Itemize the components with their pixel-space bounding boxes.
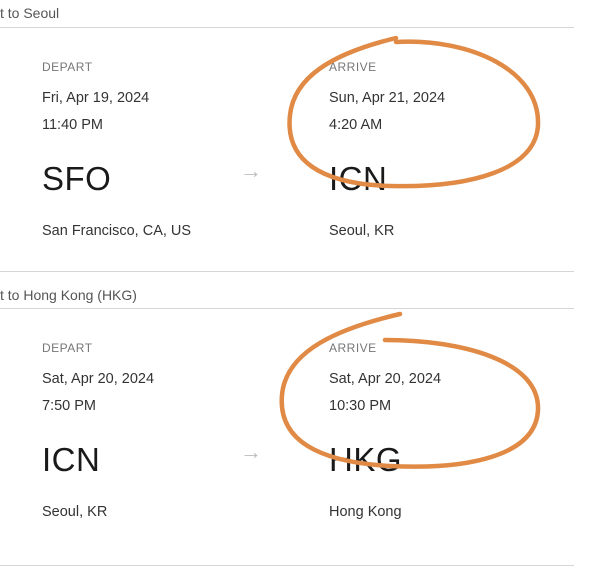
depart-city: Seoul, KR [42,504,108,520]
arrive-label: ARRIVE [329,341,377,355]
depart-label: DEPART [42,60,93,74]
annotation-circle-arrive-hkg [279,311,541,469]
depart-time: 11:40 PM [42,117,103,133]
divider [0,271,574,272]
arrow-right-icon: → [240,439,262,464]
depart-label: DEPART [42,341,93,355]
divider [0,27,574,28]
arrive-date: Sat, Apr 20, 2024 [329,371,442,387]
segment-title-hong-kong: t to Hong Kong (HKG) [0,287,137,303]
arrive-label: ARRIVE [329,60,377,74]
arrow-right-icon: → [240,158,262,183]
arrive-time: 4:20 AM [329,117,383,133]
arrive-date: Sun, Apr 21, 2024 [329,90,446,106]
segment-title-seoul: t to Seoul [0,5,60,21]
arrive-airport-code: ICN [329,160,388,197]
depart-time: 7:50 PM [42,398,96,414]
arrive-city: Seoul, KR [329,223,395,239]
divider [0,308,574,309]
itinerary-page: t to Seoul DEPART Fri, Apr 19, 2024 11:4… [0,0,610,569]
annotation-overlay [279,35,541,469]
arrive-airport-code: HKG [329,441,403,478]
arrive-time: 10:30 PM [329,398,392,414]
divider [0,565,574,566]
annotation-circle-arrive-icn [287,35,541,189]
depart-date: Fri, Apr 19, 2024 [42,90,150,106]
arrive-city: Hong Kong [329,504,402,520]
depart-date: Sat, Apr 20, 2024 [42,371,155,387]
depart-airport-code: SFO [42,160,112,197]
depart-airport-code: ICN [42,441,101,478]
depart-city: San Francisco, CA, US [42,223,192,239]
